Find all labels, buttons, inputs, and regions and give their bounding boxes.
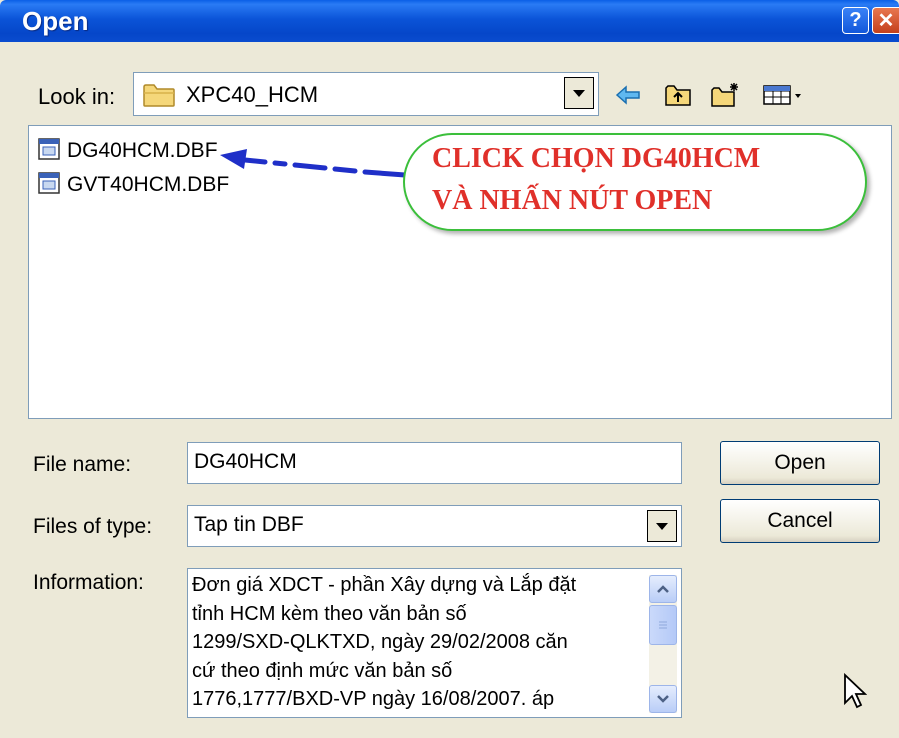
view-menu-icon[interactable] bbox=[760, 80, 808, 110]
lookin-label: Look in: bbox=[38, 84, 116, 109]
information-label: Information: bbox=[33, 571, 144, 594]
filename-input[interactable]: DG40HCM bbox=[187, 442, 682, 484]
information-textarea[interactable]: Đơn giá XDCT - phần Xây dựng và Lắp đặt … bbox=[187, 568, 682, 718]
window-title: Open bbox=[22, 6, 89, 36]
close-button[interactable]: ✕ bbox=[872, 7, 899, 34]
help-button[interactable]: ? bbox=[842, 7, 869, 34]
scroll-up-button[interactable] bbox=[649, 575, 677, 603]
cancel-button[interactable]: Cancel bbox=[720, 499, 880, 543]
annotation-line-2: VÀ NHẤN NÚT OPEN bbox=[432, 185, 713, 216]
annotation-line-1: CLICK CHỌN DG40HCM bbox=[432, 143, 761, 174]
information-text: Đơn giá XDCT - phần Xây dựng và Lắp đặt … bbox=[192, 574, 577, 710]
dbf-file-icon bbox=[37, 137, 61, 166]
filetype-label: Files of type: bbox=[33, 515, 153, 538]
file-item-gvt40hcm[interactable]: GVT40HCM.DBF bbox=[37, 170, 229, 200]
new-folder-icon[interactable] bbox=[710, 80, 742, 110]
chevron-up-icon bbox=[657, 585, 669, 593]
grip-icon bbox=[659, 621, 667, 629]
file-item-dg40hcm[interactable]: DG40HCM.DBF bbox=[37, 136, 218, 166]
help-icon: ? bbox=[849, 9, 862, 31]
filetype-value: Tap tin DBF bbox=[194, 513, 304, 536]
filetype-dropdown-arrow[interactable] bbox=[647, 510, 677, 542]
close-icon: ✕ bbox=[877, 10, 895, 32]
file-name: DG40HCM.DBF bbox=[67, 139, 218, 162]
mouse-cursor-icon bbox=[844, 673, 867, 709]
information-scrollbar[interactable] bbox=[649, 575, 677, 713]
open-dialog: Open ? ✕ Look in: XPC40_HCM DG40HCM.DBF … bbox=[0, 0, 899, 738]
lookin-value: XPC40_HCM bbox=[186, 82, 319, 107]
filename-label: File name: bbox=[33, 453, 132, 476]
lookin-dropdown[interactable]: XPC40_HCM bbox=[133, 72, 599, 116]
dbf-file-icon bbox=[37, 171, 61, 200]
open-button[interactable]: Open bbox=[720, 441, 880, 485]
chevron-down-icon bbox=[573, 89, 585, 97]
folder-icon bbox=[142, 82, 178, 113]
filetype-dropdown[interactable]: Tap tin DBF bbox=[187, 505, 682, 547]
up-folder-icon[interactable] bbox=[662, 80, 694, 110]
title-bar[interactable]: Open ? ✕ bbox=[0, 0, 899, 42]
back-arrow-icon[interactable] bbox=[612, 80, 644, 110]
chevron-down-icon bbox=[657, 695, 669, 703]
annotation-arrow-icon bbox=[220, 149, 408, 178]
file-name: GVT40HCM.DBF bbox=[67, 173, 230, 196]
lookin-dropdown-arrow[interactable] bbox=[564, 77, 594, 109]
scroll-thumb[interactable] bbox=[649, 605, 677, 645]
chevron-down-icon bbox=[656, 522, 668, 530]
annotation-callout: CLICK CHỌN DG40HCM VÀ NHẤN NÚT OPEN bbox=[403, 133, 867, 231]
scroll-down-button[interactable] bbox=[649, 685, 677, 713]
